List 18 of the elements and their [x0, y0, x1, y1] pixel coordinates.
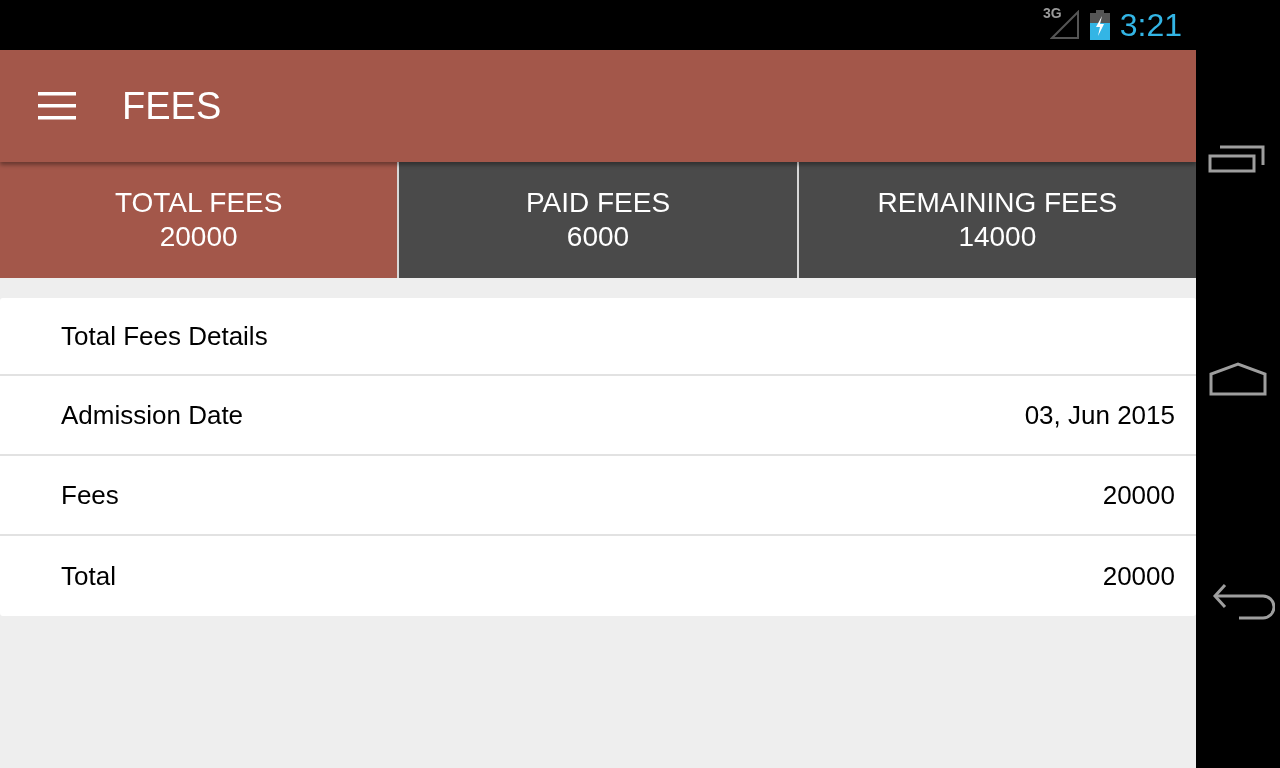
fee-summary-tab[interactable]: REMAINING FEES 14000 [796, 162, 1196, 278]
app-title: FEES [122, 87, 222, 125]
fee-summary-tab[interactable]: PAID FEES 6000 [397, 162, 797, 278]
detail-value: 03, Jun 2015 [1024, 398, 1175, 432]
battery-charging-icon [1089, 10, 1110, 40]
card-title: Total Fees Details [61, 319, 268, 353]
menu-icon[interactable] [38, 92, 76, 120]
home-icon[interactable] [1209, 362, 1267, 396]
network-type-label: 3G [1043, 6, 1062, 20]
fee-summary-tab[interactable]: TOTAL FEES 20000 [0, 162, 398, 278]
detail-value: 20000 [1102, 559, 1175, 593]
detail-label: Total [61, 559, 116, 593]
detail-value: 20000 [1102, 478, 1175, 512]
recent-apps-icon[interactable] [1208, 144, 1266, 174]
detail-label: Admission Date [61, 398, 244, 432]
back-icon[interactable] [1211, 582, 1275, 622]
detail-label: Fees [61, 478, 119, 512]
clock-time: 3:21 [1119, 9, 1182, 41]
